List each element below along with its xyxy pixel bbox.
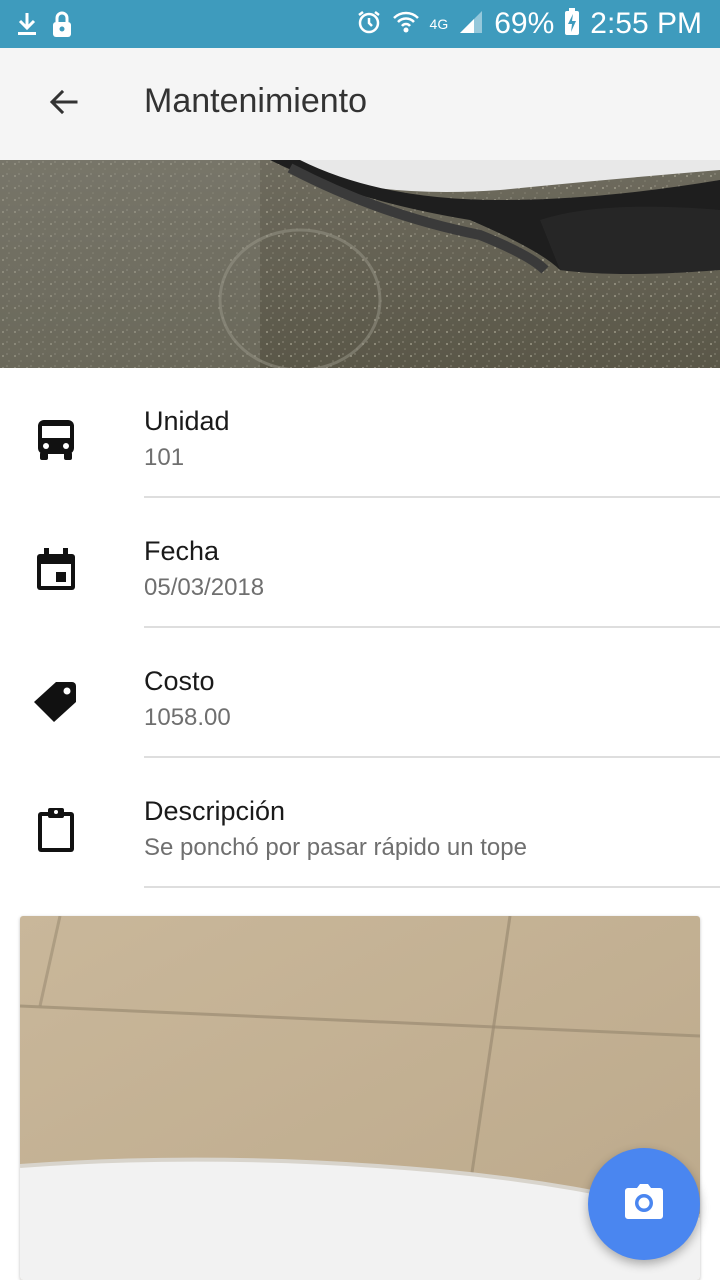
item-value: Se ponchó por pasar rápido un tope: [144, 834, 527, 861]
header-photo: [0, 160, 720, 368]
back-button[interactable]: [40, 80, 88, 128]
alarm-icon: [356, 9, 382, 40]
item-label: Descripción: [144, 796, 286, 826]
camera-icon: [624, 1183, 664, 1225]
item-label: Costo: [144, 666, 215, 696]
list-item-costo: Costo 1058.00: [0, 628, 720, 758]
status-time: 2:55 PM: [590, 7, 702, 40]
list-item-fecha: Fecha 05/03/2018: [0, 498, 720, 628]
battery-percent: 69%: [494, 7, 555, 40]
lock-icon: [52, 10, 72, 43]
download-icon: [16, 11, 38, 42]
item-value: 1058.00: [144, 704, 231, 731]
status-bar: 4G 69% 2:55 PM: [0, 0, 720, 48]
item-label: Fecha: [144, 536, 220, 566]
item-value: 05/03/2018: [144, 574, 265, 601]
network-type: 4G: [429, 16, 449, 32]
calendar-icon: [32, 546, 80, 594]
battery-charging-icon: [564, 7, 580, 41]
item-value: 101: [144, 444, 185, 471]
list-item-unidad: Unidad 101: [0, 368, 720, 498]
divider: [144, 886, 720, 888]
bus-icon: [32, 416, 80, 464]
app-bar: Mantenimiento: [0, 48, 720, 160]
wifi-icon: [392, 9, 420, 40]
camera-fab-button[interactable]: [588, 1148, 700, 1260]
clipboard-icon: [32, 806, 80, 854]
arrow-back-icon: [48, 86, 80, 123]
tag-icon: [32, 676, 80, 724]
list-item-descripcion: Descripción Se ponchó por pasar rápido u…: [0, 758, 720, 888]
page-title: Mantenimiento: [144, 82, 368, 120]
item-label: Unidad: [144, 406, 230, 436]
detail-list: Unidad 101 Fecha 05/03/2018 Costo 1058.0…: [0, 368, 720, 888]
signal-icon: [458, 9, 484, 40]
